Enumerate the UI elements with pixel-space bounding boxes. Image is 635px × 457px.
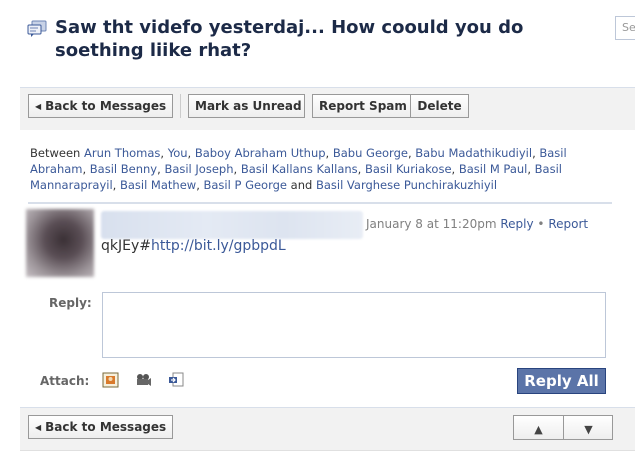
reply-all-button[interactable]: Reply All xyxy=(517,368,606,394)
back-to-messages-button[interactable]: ◀ Back to Messages xyxy=(28,94,173,118)
participant-separator: , xyxy=(112,178,120,192)
participant-separator: , xyxy=(196,178,204,192)
photo-attach-icon[interactable] xyxy=(102,372,119,388)
message-meta: January 8 at 11:20pm Reply • Report xyxy=(366,217,588,231)
mark-as-unread-button[interactable]: Mark as Unread xyxy=(188,94,305,118)
divider xyxy=(28,202,612,204)
back-arrow-icon: ◀ xyxy=(35,102,42,111)
chevron-up-icon: ▲ xyxy=(534,423,543,436)
report-spam-button[interactable]: Report Spam xyxy=(312,94,411,118)
link-attach-icon[interactable] xyxy=(168,372,185,388)
chevron-down-icon: ▼ xyxy=(584,423,593,436)
participant-link[interactable]: Babu George xyxy=(333,146,408,160)
participant-separator: , xyxy=(82,162,90,176)
participant-link[interactable]: Basil Kuriakose xyxy=(365,162,452,176)
participant-separator: , xyxy=(233,162,241,176)
participant-separator: , xyxy=(451,162,459,176)
sender-name-redacted xyxy=(101,211,363,239)
participants-prefix: Between xyxy=(30,146,84,160)
reply-link[interactable]: Reply xyxy=(500,217,533,231)
attach-label: Attach: xyxy=(40,374,90,388)
participant-link[interactable]: Basil Joseph xyxy=(164,162,233,176)
participant-link[interactable]: Basil Varghese Punchirakuzhiyil xyxy=(316,178,497,192)
previous-message-button[interactable]: ▲ xyxy=(514,416,564,439)
messages-icon xyxy=(27,20,47,37)
meta-dot: • xyxy=(533,217,549,231)
participant-link[interactable]: Baboy Abraham Uthup xyxy=(195,146,326,160)
message-body: qkJEy#http://bit.ly/gpbpdL xyxy=(101,238,286,254)
participant-link[interactable]: Basil Mathew xyxy=(120,178,196,192)
search-input[interactable]: Se xyxy=(615,16,635,40)
participants-list: Between Arun Thomas, You, Baboy Abraham … xyxy=(30,145,570,193)
participant-separator: , xyxy=(527,162,535,176)
participant-separator: , xyxy=(325,146,333,160)
reply-textarea[interactable] xyxy=(102,292,606,358)
participant-separator: , xyxy=(187,146,195,160)
next-message-button[interactable]: ▼ xyxy=(564,416,613,439)
participant-link[interactable]: You xyxy=(168,146,188,160)
participant-link[interactable]: Basil P George xyxy=(204,178,288,192)
report-link[interactable]: Report xyxy=(548,217,588,231)
participant-separator: , xyxy=(160,146,168,160)
message-text: qkJEy# xyxy=(101,238,151,254)
participant-link[interactable]: Arun Thomas xyxy=(84,146,160,160)
back-to-messages-button-bottom[interactable]: ◀ Back to Messages xyxy=(28,415,173,439)
participant-separator: and xyxy=(287,178,316,192)
participant-separator: , xyxy=(357,162,365,176)
message-timestamp: January 8 at 11:20pm xyxy=(366,217,497,231)
reply-label: Reply: xyxy=(49,296,92,310)
delete-button[interactable]: Delete xyxy=(410,94,469,118)
sender-avatar[interactable] xyxy=(26,209,94,277)
message-url-link[interactable]: http://bit.ly/gpbpdL xyxy=(151,238,286,254)
participant-link[interactable]: Basil M Paul xyxy=(459,162,528,176)
participant-link[interactable]: Basil Benny xyxy=(90,162,157,176)
message-pager: ▲ ▼ xyxy=(513,415,613,440)
video-attach-icon[interactable] xyxy=(135,372,152,388)
page-title: Saw tht videfo yesterdaj... How coould y… xyxy=(55,17,524,61)
back-arrow-icon: ◀ xyxy=(35,423,42,432)
participant-link[interactable]: Babu Madathikudiyil xyxy=(415,146,532,160)
toolbar-divider xyxy=(180,94,181,118)
participant-link[interactable]: Basil Kallans Kallans xyxy=(241,162,358,176)
